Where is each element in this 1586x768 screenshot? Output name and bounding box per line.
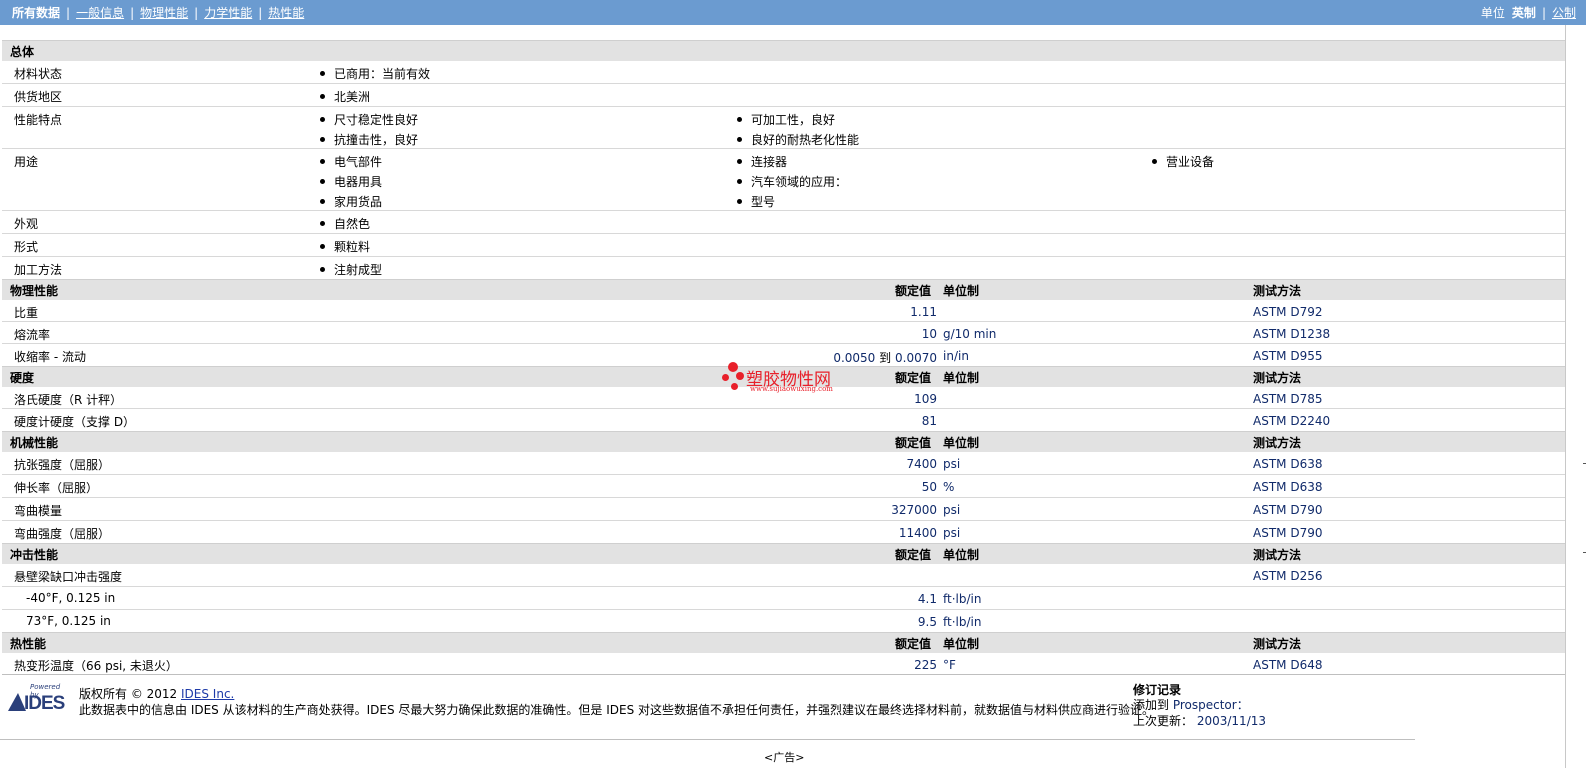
bullet-item: 营业设备: [1152, 153, 1214, 170]
bullet-item: 连接器: [737, 153, 787, 170]
bullet-item: 抗撞击性，良好: [320, 131, 418, 148]
row-material-status: 材料状态 已商用：当前有效: [2, 61, 1565, 84]
bullet-icon: [320, 159, 325, 164]
bullet-icon: [320, 179, 325, 184]
bullet-icon: [737, 117, 742, 122]
row-features: 性能特点 尺寸稳定性良好 抗撞击性，良好 可加工性，良好 良好的耐热老化性能: [2, 107, 1565, 149]
bullet-item: 可加工性，良好: [737, 111, 835, 128]
row-label: 外观: [14, 217, 39, 231]
row-form: 形式 颗粒料: [2, 234, 1565, 257]
content-right-border: [1565, 25, 1566, 768]
bullet-item: 电气部件: [320, 153, 382, 170]
bullet-item: 颗粒料: [320, 238, 370, 255]
unit-switch: 单位 英制 | 公制: [1480, 4, 1576, 21]
ides-inc-link[interactable]: IDES Inc.: [181, 687, 234, 701]
prop-row: 熔流率 10 g/10 min ASTM D1238: [2, 322, 1565, 344]
nav-physical[interactable]: 物理性能: [140, 4, 188, 21]
prop-row: 伸长率（屈服） 50 % ASTM D638: [2, 475, 1565, 498]
section-title: 冲击性能: [10, 548, 59, 562]
nav-general-info[interactable]: 一般信息: [76, 4, 124, 21]
prop-row: 悬壁梁缺口冲击强度 ASTM D256: [2, 564, 1565, 587]
range-value: 0.0050 到 0.0070: [833, 351, 937, 365]
row-label: 形式: [14, 240, 39, 254]
section-hardness-header: 硬度 额定值 单位制 测试方法: [2, 366, 1565, 387]
section-title: 热性能: [10, 637, 47, 651]
section-title: 机械性能: [10, 436, 59, 450]
bullet-icon: [320, 117, 325, 122]
bullet-item: 汽车领域的应用：: [737, 173, 847, 190]
section-title: 硬度: [10, 371, 35, 385]
bullet-icon: [320, 71, 325, 76]
prop-row: 收缩率 - 流动 0.0050 到 0.0070 in/in ASTM D955: [14, 349, 1323, 365]
prop-row: 弯曲模量 327000 psi ASTM D790: [2, 498, 1565, 521]
disclaimer: 此数据表中的信息由 IDES 从该材料的生产商处获得。IDES 尽最大努力确保此…: [79, 703, 1155, 717]
row-label: 性能特点: [14, 113, 63, 127]
row-label: 供货地区: [14, 90, 63, 104]
row-label: 用途: [14, 155, 39, 169]
ides-logo: Powered by IDES: [8, 683, 70, 719]
section-general-header: 总体: [2, 40, 1565, 61]
prop-row: -40°F, 0.125 in 4.1 ft·lb/in: [2, 587, 1565, 610]
bullet-icon: [320, 244, 325, 249]
prop-row: 热变形温度（66 psi, 未退火） 225 °F ASTM D648: [2, 653, 1565, 675]
bullet-icon: [320, 221, 325, 226]
section-physical-header: 物理性能 额定值 单位制 测试方法: [2, 279, 1565, 300]
section-mechanical-header: 机械性能 额定值 单位制 测试方法: [2, 431, 1565, 452]
top-nav-bar: 所有数据 | 一般信息 | 物理性能 | 力学性能 | 热性能 单位 英制 | …: [0, 0, 1586, 25]
bullet-item: 自然色: [320, 215, 370, 232]
section-thermal-header: 热性能 额定值 单位制 测试方法: [2, 632, 1565, 653]
prop-row: 比重 1.11 ASTM D792: [2, 300, 1565, 322]
prop-row: 弯曲强度（屈服） 11400 psi ASTM D790: [14, 526, 1323, 541]
bullet-item: 电器用具: [320, 173, 382, 190]
bullet-icon: [320, 94, 325, 99]
bullet-icon: [320, 199, 325, 204]
col-nominal: 额定值: [895, 284, 932, 298]
row-label: 材料状态: [14, 67, 63, 81]
bullet-item: 型号: [737, 193, 775, 210]
nav-mechanical[interactable]: 力学性能: [204, 4, 252, 21]
bullet-icon: [1152, 159, 1157, 164]
row-appearance: 外观 自然色: [2, 211, 1565, 234]
bullet-icon: [737, 199, 742, 204]
bullet-item: 北美洲: [320, 88, 370, 105]
bullet-icon: [320, 267, 325, 272]
bullet-icon: [737, 137, 742, 142]
section-title: 总体: [10, 45, 35, 59]
bullet-item: 已商用：当前有效: [320, 65, 430, 82]
unit-imperial[interactable]: 英制: [1512, 4, 1536, 21]
bullet-item: 尺寸稳定性良好: [320, 111, 418, 128]
section-title: 物理性能: [10, 284, 59, 298]
prop-row: 洛氏硬度（R 计秤） 109 ASTM D785: [2, 387, 1565, 409]
prop-row: 硬度计硬度（支撑 D） 81 ASTM D2240: [14, 414, 1331, 429]
nav-all-data[interactable]: 所有数据: [12, 4, 60, 21]
prop-row: 73°F, 0.125 in 9.5 ft·lb/in: [26, 614, 982, 629]
bullet-item: 家用货品: [320, 193, 382, 210]
unit-label: 单位: [1480, 6, 1505, 20]
col-method: 测试方法: [1253, 284, 1302, 298]
datasheet: 总体 材料状态 已商用：当前有效 供货地区 北美洲 性能特点 尺寸稳定性良好 抗…: [2, 40, 1565, 675]
section-links: 所有数据 | 一般信息 | 物理性能 | 力学性能 | 热性能: [12, 4, 305, 21]
prop-row: 抗张强度（屈服） 7400 psi ASTM D638: [2, 452, 1565, 475]
section-impact-header: 冲击性能 额定值 单位制 测试方法: [2, 543, 1565, 564]
bullet-item: 注射成型: [320, 261, 382, 278]
row-applications: 用途 电气部件 电器用具 家用货品 连接器 汽车领域的应用： 型号 营业设备: [2, 149, 1565, 211]
bullet-icon: [737, 179, 742, 184]
nav-thermal[interactable]: 热性能: [268, 4, 304, 21]
row-processing: 加工方法 注射成型: [2, 257, 1565, 279]
col-unit: 单位制: [943, 284, 980, 298]
row-supply-region: 供货地区 北美洲: [2, 84, 1565, 107]
bullet-icon: [737, 159, 742, 164]
unit-metric[interactable]: 公制: [1552, 4, 1576, 21]
bullet-icon: [320, 137, 325, 142]
ad-placeholder: <广告>: [764, 751, 805, 764]
row-label: 加工方法: [14, 263, 63, 277]
bullet-item: 良好的耐热老化性能: [737, 131, 859, 148]
footer: Powered by IDES 版权所有 © 2012 IDES Inc. 此数…: [0, 675, 1415, 740]
